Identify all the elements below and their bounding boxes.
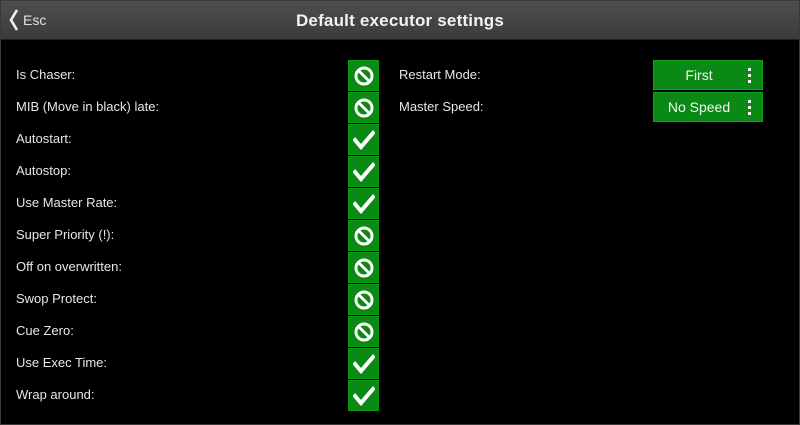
toggle-autostart[interactable]	[348, 124, 379, 155]
settings-toggle-list: Is Chaser: MIB (Move in black) late: Aut…	[1, 59, 391, 411]
chevron-left-icon	[9, 9, 19, 31]
setting-row-use-exec-time: Use Exec Time:	[1, 347, 391, 379]
setting-row-use-master-rate: Use Master Rate:	[1, 187, 391, 219]
toggle-use-exec-time[interactable]	[348, 348, 379, 379]
toggle-swop-protect[interactable]	[348, 284, 379, 315]
prohibited-icon	[353, 97, 375, 119]
toggle-mib-late[interactable]	[348, 92, 379, 123]
setting-label: Is Chaser:	[16, 67, 76, 82]
setting-row-mib-late: MIB (Move in black) late:	[1, 91, 391, 123]
setting-row-autostart: Autostart:	[1, 123, 391, 155]
setting-label: Super Priority (!):	[16, 227, 115, 242]
setting-row-super-priority: Super Priority (!):	[1, 219, 391, 251]
setting-label: Cue Zero:	[16, 323, 74, 338]
checkmark-icon	[352, 385, 375, 406]
toggle-is-chaser[interactable]	[348, 60, 379, 91]
settings-window: Esc Default executor settings Is Chaser:…	[0, 0, 800, 425]
option-label: Master Speed:	[399, 99, 484, 114]
esc-label: Esc	[23, 12, 47, 28]
setting-row-cue-zero: Cue Zero:	[1, 315, 391, 347]
setting-label: Autostart:	[16, 131, 72, 146]
setting-label: Off on overwritten:	[16, 259, 122, 274]
toggle-cue-zero[interactable]	[348, 316, 379, 347]
option-label: Restart Mode:	[399, 67, 481, 82]
master-speed-select[interactable]: No Speed	[653, 92, 763, 122]
setting-label: Use Exec Time:	[16, 355, 108, 370]
prohibited-icon	[353, 65, 375, 87]
toggle-off-on-overwritten[interactable]	[348, 252, 379, 283]
setting-row-autostop: Autostop:	[1, 155, 391, 187]
prohibited-icon	[353, 321, 375, 343]
esc-back-button[interactable]: Esc	[9, 5, 69, 35]
setting-label: Autostop:	[16, 163, 71, 178]
option-row-master-speed: Master Speed: No Speed	[391, 91, 791, 123]
page-title: Default executor settings	[295, 11, 505, 30]
checkmark-icon	[352, 193, 375, 214]
prohibited-icon	[353, 257, 375, 279]
kebab-menu-icon	[748, 100, 752, 116]
select-value: No Speed	[667, 99, 731, 115]
setting-row-wrap-around: Wrap around:	[1, 379, 391, 411]
toggle-super-priority[interactable]	[348, 220, 379, 251]
setting-label: Wrap around:	[16, 387, 95, 402]
setting-label: MIB (Move in black) late:	[16, 99, 160, 114]
setting-row-swop-protect: Swop Protect:	[1, 283, 391, 315]
setting-label: Use Master Rate:	[16, 195, 118, 210]
toggle-use-master-rate[interactable]	[348, 188, 379, 219]
setting-row-off-on-overwritten: Off on overwritten:	[1, 251, 391, 283]
restart-mode-select[interactable]: First	[653, 60, 763, 90]
title-bar: Esc Default executor settings	[1, 1, 799, 40]
checkmark-icon	[352, 129, 375, 150]
select-value: First	[685, 67, 713, 83]
setting-label: Swop Protect:	[16, 291, 97, 306]
settings-option-list: Restart Mode: First Master Speed: No Spe…	[391, 59, 791, 123]
option-row-restart-mode: Restart Mode: First	[391, 59, 791, 91]
checkmark-icon	[352, 161, 375, 182]
toggle-autostop[interactable]	[348, 156, 379, 187]
prohibited-icon	[353, 289, 375, 311]
kebab-menu-icon	[748, 68, 752, 84]
setting-row-is-chaser: Is Chaser:	[1, 59, 391, 91]
toggle-wrap-around[interactable]	[348, 380, 379, 411]
prohibited-icon	[353, 225, 375, 247]
checkmark-icon	[352, 353, 375, 374]
